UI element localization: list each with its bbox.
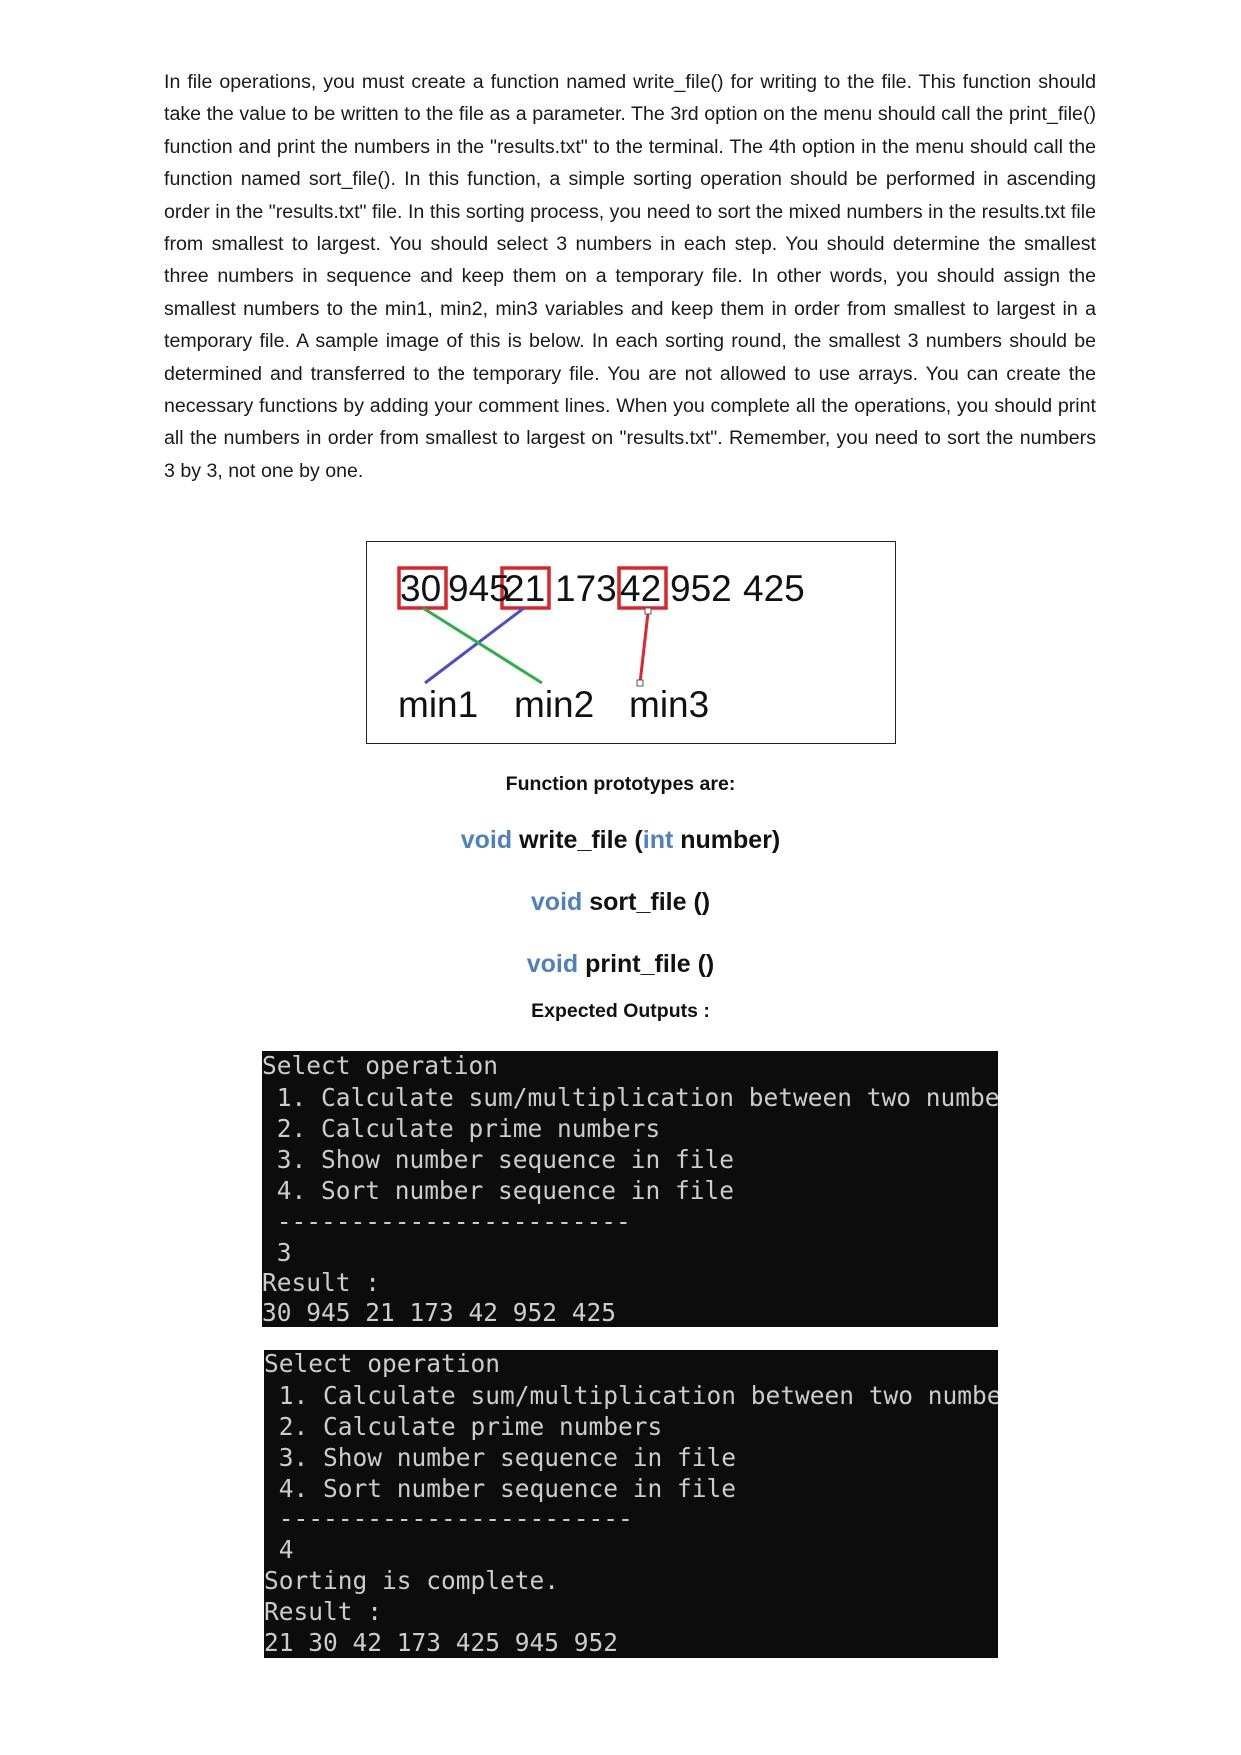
term2-line-8: Sorting is complete. — [264, 1566, 560, 1595]
num-2: 21 — [504, 568, 545, 609]
line-42-to-min3 — [638, 612, 650, 684]
num-6: 425 — [743, 568, 805, 609]
num-4: 42 — [620, 568, 661, 609]
term2-line-4: 4. Sort number sequence in file — [264, 1474, 737, 1503]
label-min3: min3 — [629, 684, 709, 725]
diagram-svg: 30 945 21 173 42 952 425 min1 min2 min3 — [397, 566, 805, 725]
prototype-print-file: void print_file () — [526, 950, 715, 978]
min-selection-diagram: 30 945 21 173 42 952 425 min1 min2 min3 — [366, 541, 896, 744]
term1-line-8: Result : — [262, 1268, 381, 1297]
instructions-paragraph: In file operations, you must create a fu… — [164, 71, 1096, 482]
term1-line-3: 3. Show number sequence in file — [262, 1145, 735, 1174]
num-3: 173 — [555, 568, 617, 609]
terminal-output-sort: Select operation 1. Calculate sum/multip… — [264, 1350, 998, 1658]
term2-line-3: 3. Show number sequence in file — [264, 1443, 737, 1472]
term2-line-9: Result : — [264, 1597, 383, 1626]
term2-line-5: ------------------------ — [264, 1504, 633, 1533]
label-min2: min2 — [514, 684, 594, 725]
prototype-sort-file: void sort_file () — [530, 888, 711, 916]
term1-line-2: 2. Calculate prime numbers — [262, 1114, 661, 1143]
label-min1: min1 — [398, 684, 478, 725]
term2-line-0: Select operation — [264, 1350, 501, 1378]
svg-text:min1 min2 min3: min1 min2 min3 — [398, 684, 709, 725]
terminal-output-show: Select operation 1. Calculate sum/multip… — [262, 1051, 998, 1327]
term2-line-7: 4 — [264, 1535, 294, 1564]
term1-line-1: 1. Calculate sum/multiplication between … — [262, 1083, 998, 1112]
svg-text:30 945 21 17: 30 945 21 173 42 952 425 — [400, 568, 805, 609]
expected-outputs-heading: Expected Outputs : — [531, 1000, 710, 1022]
term2-line-10: 21 30 42 173 425 945 952 — [264, 1628, 619, 1657]
prototype-write-file: void write_file (int number) — [460, 826, 781, 854]
term2-line-2: 2. Calculate prime numbers — [264, 1412, 663, 1441]
term1-line-7: 3 — [262, 1238, 292, 1267]
term1-line-4: 4. Sort number sequence in file — [262, 1176, 735, 1205]
num-0: 30 — [400, 568, 441, 609]
term1-line-9: 30 945 21 173 42 952 425 — [262, 1298, 617, 1327]
term1-line-0: Select operation — [262, 1051, 499, 1080]
prototypes-heading: Function prototypes are: — [505, 773, 736, 795]
term1-line-5: ------------------------ — [262, 1207, 631, 1236]
term2-line-1: 1. Calculate sum/multiplication between … — [264, 1381, 998, 1410]
num-1: 945 — [448, 568, 510, 609]
num-5: 952 — [670, 568, 732, 609]
